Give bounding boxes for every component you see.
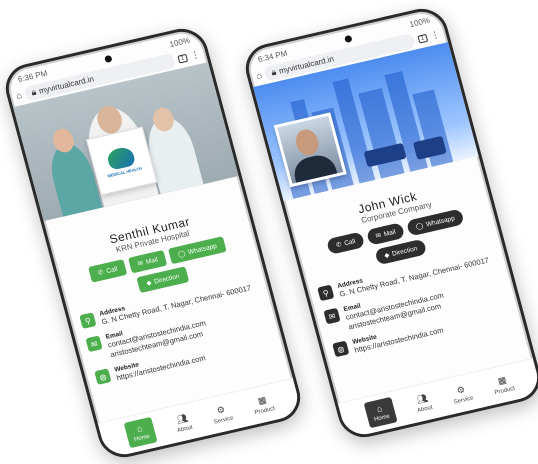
globe-icon: ◍ — [94, 368, 112, 386]
mail-button[interactable]: ✉ Mail — [127, 249, 168, 274]
bottom-nav: ⌂ Home 👥︎ About ⚙ Service ▦ Product — [337, 357, 538, 439]
location-icon: ⚲ — [79, 312, 97, 329]
nav-service[interactable]: ⚙ Service — [450, 382, 474, 406]
home-icon[interactable]: ⌂ — [255, 70, 263, 81]
call-button[interactable]: ✆ Call — [326, 231, 366, 255]
mail-icon: ✉ — [136, 259, 145, 268]
location-icon: ⚲ — [317, 284, 335, 302]
home-icon: ⌂ — [135, 423, 144, 435]
home-icon: ⌂ — [375, 403, 384, 415]
bottom-nav: ⌂ Home 👥︎ About ⚙ Service ▦ Product — [97, 377, 303, 459]
nav-home[interactable]: ⌂ Home — [123, 416, 158, 449]
home-icon[interactable]: ⌂ — [15, 90, 23, 101]
direction-icon: ◆ — [145, 279, 153, 288]
tabs-count[interactable]: 1 — [416, 33, 429, 44]
nav-product[interactable]: ▦ Product — [491, 373, 516, 396]
phone-icon: ✆ — [335, 241, 343, 250]
tabs-count[interactable]: 1 — [176, 53, 189, 64]
call-button[interactable]: ✆ Call — [88, 259, 128, 283]
whatsapp-icon: ◯ — [415, 222, 425, 231]
email-icon: ✉ — [323, 308, 341, 325]
nav-product[interactable]: ▦ Product — [251, 393, 276, 416]
gear-icon: ⚙ — [455, 383, 467, 396]
more-menu-icon[interactable]: ⋮ — [190, 49, 201, 61]
nav-about[interactable]: 👥︎ About — [173, 412, 193, 433]
grid-icon: ▦ — [256, 394, 268, 406]
globe-icon: ◍ — [332, 340, 350, 358]
camera-icon — [104, 54, 113, 63]
camera-icon — [344, 34, 353, 43]
lock-icon: 🔒︎ — [270, 66, 278, 78]
lock-icon: 🔒︎ — [30, 86, 38, 98]
nav-about[interactable]: 👥︎ About — [413, 392, 433, 413]
nav-service[interactable]: ⚙ Service — [210, 402, 234, 426]
mail-icon: ✉ — [374, 232, 383, 241]
more-menu-icon[interactable]: ⋮ — [430, 29, 441, 41]
mail-button[interactable]: ✉ Mail — [365, 222, 406, 246]
users-icon: 👥︎ — [175, 412, 189, 425]
phone-icon: ✆ — [97, 268, 105, 277]
email-icon: ✉ — [85, 335, 103, 353]
whatsapp-icon: ◯ — [177, 250, 187, 259]
direction-icon: ◆ — [383, 251, 391, 260]
users-icon: 👥︎ — [415, 392, 429, 405]
grid-icon: ▦ — [496, 374, 508, 386]
nav-home[interactable]: ⌂ Home — [363, 396, 398, 429]
gear-icon: ⚙ — [215, 403, 227, 416]
